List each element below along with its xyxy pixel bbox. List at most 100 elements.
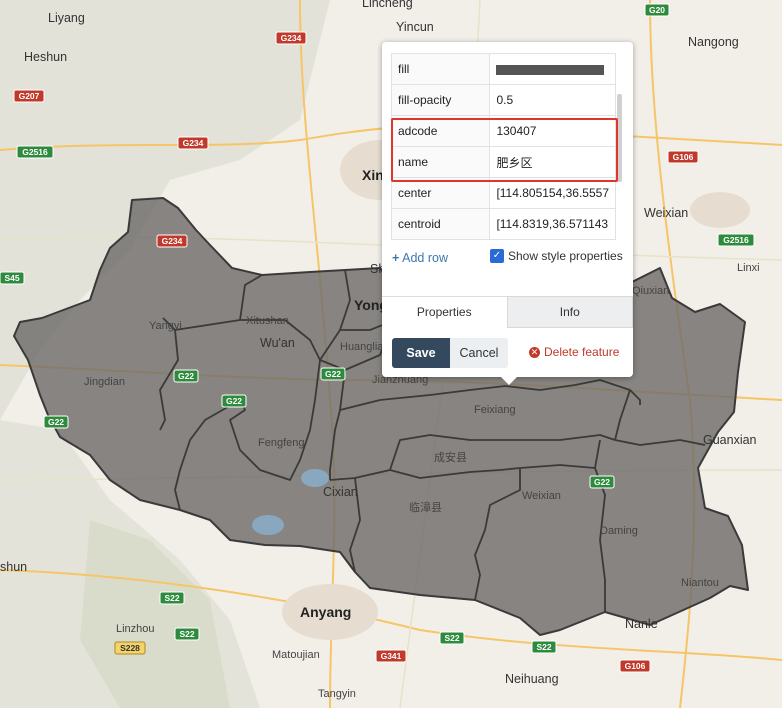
property-row: name 肥乡区 <box>391 146 616 178</box>
property-row: adcode 130407 <box>391 115 616 147</box>
fill-color-swatch[interactable] <box>496 64 605 75</box>
city-label: Qiuxian <box>632 285 669 297</box>
city-label: Xitushan <box>246 315 289 327</box>
road-shield-label: G2516 <box>22 147 48 157</box>
city-label: shun <box>0 560 27 574</box>
delete-feature-link[interactable]: ✕ Delete feature <box>529 345 619 359</box>
road-shield-label: G2516 <box>723 235 749 245</box>
property-key[interactable]: center <box>391 177 491 209</box>
road-shield-label: G106 <box>625 661 646 671</box>
road-shield-label: S22 <box>536 642 551 652</box>
city-label: Jingdian <box>84 376 125 388</box>
add-row-link[interactable]: + Add row <box>392 248 452 268</box>
road-shield: S22 <box>174 627 200 641</box>
plus-icon: + <box>392 251 400 265</box>
city-label: 临漳县 <box>409 500 442 514</box>
tab-info[interactable]: Info <box>506 296 633 328</box>
road-shield-label: G207 <box>19 91 40 101</box>
road-shield-label: G341 <box>381 651 402 661</box>
feature-popup: fill fill-opacity 0.5 adcode 130407 name 肥乡区 ce… <box>382 42 633 385</box>
property-key[interactable]: name <box>391 146 491 178</box>
road-shield: S22 <box>439 631 465 645</box>
road-shield: S22 <box>531 640 557 654</box>
property-row: fill-opacity 0.5 <box>391 84 616 116</box>
road-shield: G234 <box>177 136 209 150</box>
road-shield: G22 <box>173 369 199 383</box>
city-label: Anyang <box>300 604 351 620</box>
property-key[interactable]: adcode <box>391 115 491 147</box>
properties-scrollbar[interactable] <box>617 94 622 182</box>
city-label: Guanxian <box>703 433 757 447</box>
road-shield-label: G20 <box>649 5 665 15</box>
checkbox-checked-icon[interactable]: ✓ <box>490 249 504 263</box>
properties-table: fill fill-opacity 0.5 adcode 130407 name 肥乡区 ce… <box>391 53 616 240</box>
road-shield-label: G22 <box>325 369 341 379</box>
city-label: Nangong <box>688 35 739 49</box>
property-value[interactable]: 肥乡区 <box>489 146 616 178</box>
property-value[interactable]: 0.5 <box>489 84 616 116</box>
road-shield: G341 <box>375 649 407 663</box>
city-label: Yincun <box>396 20 434 34</box>
road-shield: G2516 <box>717 233 755 247</box>
road-shield-label: G106 <box>673 152 694 162</box>
road-shield: G20 <box>644 3 670 17</box>
properties-table-container[interactable]: fill fill-opacity 0.5 adcode 130407 name 肥乡区 ce… <box>391 53 616 240</box>
city-label: Weixian <box>522 490 561 502</box>
cancel-button[interactable]: Cancel <box>450 338 508 368</box>
road-shield: G22 <box>320 367 346 381</box>
city-label: Linzhou <box>116 623 155 635</box>
city-label: Nanle <box>625 617 658 631</box>
road-shield-label: S45 <box>4 273 19 283</box>
tab-properties[interactable]: Properties <box>382 296 507 327</box>
property-value[interactable] <box>489 53 616 85</box>
add-row-label: Add row <box>402 251 448 265</box>
property-value[interactable]: [114.805154,36.5557 <box>489 177 616 209</box>
property-value[interactable]: [114.8319,36.571143 <box>489 208 616 240</box>
road-shield: G22 <box>43 415 69 429</box>
road-shield-label: G22 <box>178 371 194 381</box>
road-shield-label: G234 <box>281 33 302 43</box>
close-circle-icon: ✕ <box>529 346 540 358</box>
road-shield-label: S22 <box>179 629 194 639</box>
save-button[interactable]: Save <box>392 338 450 368</box>
road-shield-label: G234 <box>183 138 204 148</box>
road-shield-label: S22 <box>164 593 179 603</box>
delete-feature-label: Delete feature <box>544 345 620 359</box>
city-label: Daming <box>600 525 638 537</box>
road-shield-label: G22 <box>48 417 64 427</box>
road-shield: G207 <box>13 89 45 103</box>
city-label: 成安县 <box>434 450 467 464</box>
city-label: Xin <box>362 167 384 183</box>
property-key[interactable]: fill <box>391 53 491 85</box>
property-key[interactable]: fill-opacity <box>391 84 491 116</box>
city-label: Cixian <box>323 485 358 499</box>
road-shield-label: G234 <box>162 236 183 246</box>
property-row: fill <box>391 53 616 85</box>
road-shield: G234 <box>275 31 307 45</box>
road-shield: G22 <box>221 394 247 408</box>
show-style-label: Show style properties <box>508 249 623 263</box>
road-shield: G2516 <box>16 145 54 159</box>
road-shield: S22 <box>159 591 185 605</box>
urban-area <box>690 192 750 228</box>
city-label: Fengfeng <box>258 437 304 449</box>
show-style-properties-toggle[interactable]: ✓ Show style properties <box>490 249 623 263</box>
city-label: Weixian <box>644 206 688 220</box>
popup-actions: Save Cancel <box>392 338 508 368</box>
road-shield-label: S22 <box>444 633 459 643</box>
city-label: Feixiang <box>474 404 516 416</box>
city-label: Huanglia <box>340 341 384 353</box>
road-shield: G234 <box>156 234 188 248</box>
popup-tip <box>501 377 517 385</box>
property-key[interactable]: centroid <box>391 208 491 240</box>
city-label: Matoujian <box>272 649 320 661</box>
road-shield: G106 <box>619 659 651 673</box>
road-shield: G22 <box>589 475 615 489</box>
road-shield-label: G22 <box>226 396 242 406</box>
road-shield: G106 <box>667 150 699 164</box>
road-shield: S45 <box>0 271 25 285</box>
city-label: Linxi <box>737 262 760 274</box>
city-label: Yangyi <box>149 320 182 332</box>
property-value[interactable]: 130407 <box>489 115 616 147</box>
property-row: center [114.805154,36.5557 <box>391 177 616 209</box>
